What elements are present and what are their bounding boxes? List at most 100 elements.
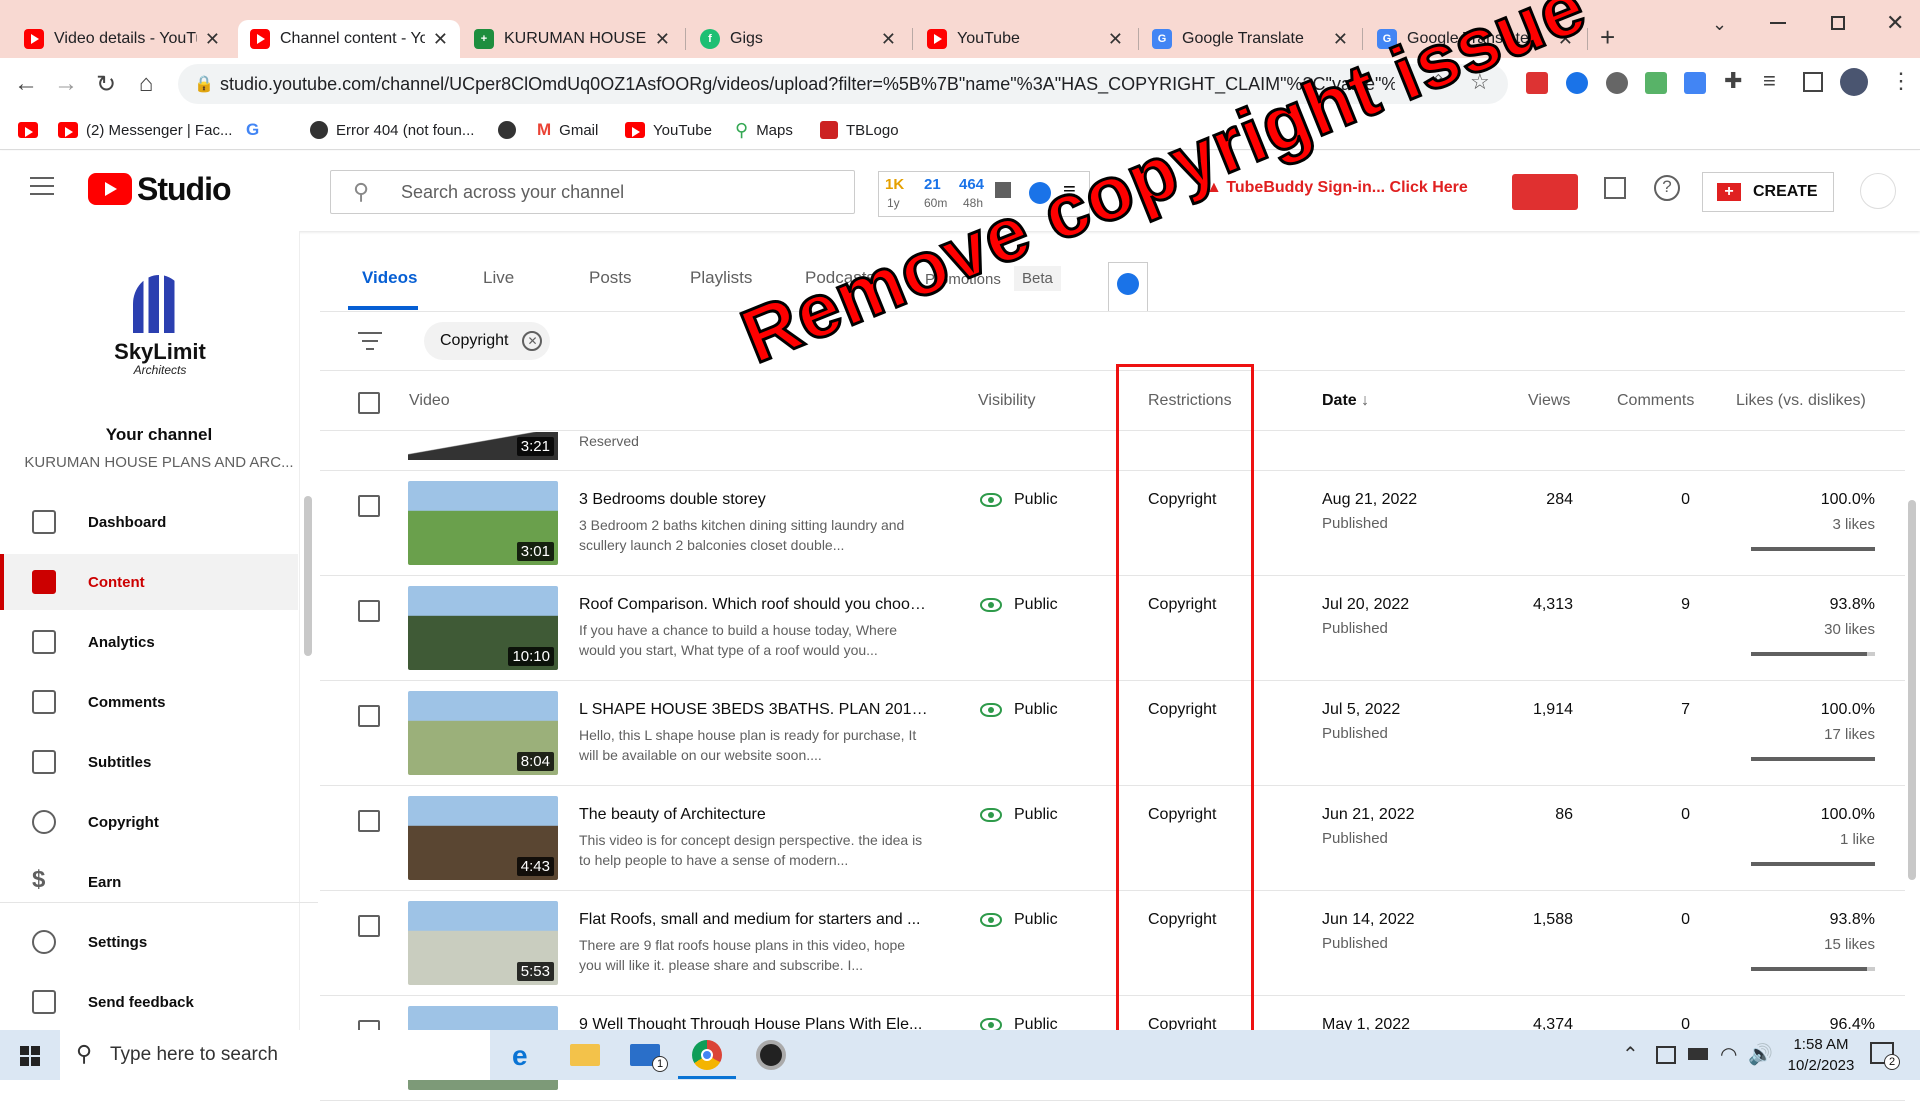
obs-icon[interactable] (756, 1040, 786, 1070)
visibility-cell[interactable]: Public (980, 911, 1058, 929)
close-icon[interactable]: ✕ (1108, 29, 1123, 50)
tubebuddy-tab-button[interactable] (1108, 262, 1148, 312)
visibility-cell[interactable]: Public (980, 491, 1058, 509)
home-icon[interactable]: ⌂ (130, 68, 162, 100)
maximize-button[interactable] (1831, 16, 1845, 30)
security-tray-icon[interactable] (1656, 1046, 1676, 1064)
puzzle-extensions-icon[interactable]: ✚ (1724, 68, 1742, 94)
notifications-icon[interactable]: 2 (1870, 1042, 1900, 1070)
sidebar-item-subtitles[interactable]: Subtitles (0, 734, 298, 790)
video-thumbnail[interactable]: 8:04 (408, 691, 558, 775)
bookmark-item[interactable]: TBLogo (820, 118, 899, 142)
create-button[interactable]: + CREATE (1702, 172, 1834, 212)
column-likes[interactable]: Likes (vs. dislikes) (1736, 392, 1866, 410)
clock-date[interactable]: 10/2/2023 (1776, 1057, 1866, 1074)
tab-live[interactable]: Live (483, 268, 514, 288)
bookmark-item[interactable]: ⚲ Maps (735, 118, 793, 142)
remove-filter-icon[interactable]: ✕ (522, 331, 543, 351)
show-hidden-icons-chevron[interactable]: ⌃ (1622, 1042, 1639, 1067)
browser-tab-1[interactable]: Channel content - YouTube Studio ✕ (238, 20, 460, 58)
sidebar-item-analytics[interactable]: Analytics (0, 614, 298, 670)
row-checkbox[interactable] (358, 600, 380, 622)
reload-icon[interactable]: ↻ (90, 68, 122, 100)
column-views[interactable]: Views (1528, 392, 1570, 410)
file-explorer-icon[interactable] (570, 1044, 600, 1066)
column-visibility[interactable]: Visibility (978, 392, 1036, 410)
close-icon[interactable]: ✕ (205, 29, 220, 50)
column-comments[interactable]: Comments (1617, 392, 1694, 410)
visibility-cell[interactable]: Public (980, 701, 1058, 719)
back-arrow-icon[interactable]: ← (10, 68, 42, 100)
account-avatar[interactable] (1860, 173, 1896, 209)
browser-tab-4[interactable]: YouTube ✕ (915, 20, 1135, 58)
browser-tab-2[interactable]: + KURUMAN HOUSE PLANS ✕ (462, 20, 682, 58)
sidebar-item-send-feedback[interactable]: Send feedback (0, 974, 298, 1030)
channel-logo[interactable] (133, 275, 185, 333)
sidebar-item-content[interactable]: Content (0, 554, 298, 610)
profile-avatar[interactable] (1840, 68, 1868, 96)
channel-search-input[interactable]: ⚲ Search across your channel (330, 170, 855, 214)
bookmark-item[interactable] (18, 118, 46, 142)
video-thumbnail[interactable]: 3:21 (408, 432, 558, 460)
bookmark-item[interactable]: (2) Messenger | Fac... (58, 118, 232, 142)
browser-tab-5[interactable]: G Google Translate ✕ (1140, 20, 1360, 58)
forward-arrow-icon[interactable]: → (50, 68, 82, 100)
video-title[interactable]: L SHAPE HOUSE 3BEDS 3BATHS. PLAN 2018 ..… (579, 701, 929, 719)
tubebuddy-extension-icon[interactable] (1526, 72, 1548, 94)
battery-icon[interactable] (1688, 1048, 1708, 1060)
row-checkbox[interactable] (358, 810, 380, 832)
window-close-button[interactable]: ✕ (1886, 10, 1904, 36)
media-queue-icon[interactable]: ≡ (1763, 68, 1776, 94)
close-icon[interactable]: ✕ (433, 29, 448, 50)
close-icon[interactable]: ✕ (881, 29, 896, 50)
extension-icon[interactable] (1566, 72, 1588, 94)
bookmark-item[interactable]: G (246, 118, 267, 142)
bookmark-item[interactable]: M Gmail (537, 118, 598, 142)
table-row[interactable]: 8:04 L SHAPE HOUSE 3BEDS 3BATHS. PLAN 20… (320, 681, 1905, 786)
video-thumbnail[interactable]: 5:53 (408, 901, 558, 985)
wifi-icon[interactable]: ◠ (1720, 1042, 1737, 1067)
video-thumbnail[interactable]: 3:01 (408, 481, 558, 565)
sidebar-item-copyright[interactable]: Copyright (0, 794, 298, 850)
sidebar-item-dashboard[interactable]: Dashboard (0, 494, 298, 550)
video-title[interactable]: Roof Comparison. Which roof should you c… (579, 596, 929, 614)
row-checkbox[interactable] (358, 915, 380, 937)
clock-time[interactable]: 1:58 AM (1776, 1036, 1866, 1053)
tab-search-icon[interactable]: ⌄ (1712, 14, 1727, 35)
select-all-checkbox[interactable] (358, 392, 380, 414)
close-icon[interactable]: ✕ (655, 29, 670, 50)
visibility-cell[interactable]: Public (980, 806, 1058, 824)
video-thumbnail[interactable]: 4:43 (408, 796, 558, 880)
tubebuddy-menu-button[interactable] (1512, 174, 1578, 210)
table-row[interactable]: 3:01 3 Bedrooms double storey 3 Bedroom … (320, 471, 1905, 576)
browser-tab-3[interactable]: f Gigs ✕ (688, 20, 908, 58)
close-icon[interactable]: ✕ (1333, 29, 1348, 50)
filter-icon[interactable] (358, 332, 382, 352)
youtube-logo-icon[interactable] (88, 173, 132, 205)
tab-posts[interactable]: Posts (589, 268, 632, 288)
help-icon[interactable]: ? (1654, 175, 1680, 201)
windows-start-icon[interactable] (20, 1046, 40, 1066)
video-thumbnail[interactable]: 10:10 (408, 586, 558, 670)
more-menu-icon[interactable]: ⋮ (1890, 68, 1912, 94)
taskbar-search-input[interactable]: ⚲ Type here to search (60, 1030, 490, 1080)
bookmark-item[interactable] (498, 118, 524, 142)
table-row[interactable]: 10:10 Roof Comparison. Which roof should… (320, 576, 1905, 681)
bookmark-item[interactable]: Error 404 (not foun... (310, 118, 474, 142)
sidebar-item-comments[interactable]: Comments (0, 674, 298, 730)
browser-tab-0[interactable]: Video details - YouTube ✕ (12, 20, 232, 58)
content-scrollbar[interactable] (1908, 500, 1916, 880)
tab-videos[interactable]: Videos (362, 268, 417, 288)
lock-icon[interactable]: 🔒 (194, 74, 214, 94)
edge-icon[interactable]: e (512, 1040, 528, 1072)
feedback-comment-icon[interactable] (1604, 177, 1626, 199)
video-title[interactable]: The beauty of Architecture (579, 806, 929, 824)
row-checkbox[interactable] (358, 705, 380, 727)
volume-icon[interactable]: 🔊 (1748, 1042, 1773, 1067)
translate-extension-icon[interactable] (1684, 72, 1706, 94)
extension-icon[interactable] (1645, 72, 1667, 94)
side-panel-icon[interactable] (1803, 72, 1823, 92)
row-checkbox[interactable] (358, 495, 380, 517)
table-row[interactable]: 4:43 The beauty of Architecture This vid… (320, 786, 1905, 891)
tab-playlists[interactable]: Playlists (690, 268, 752, 288)
